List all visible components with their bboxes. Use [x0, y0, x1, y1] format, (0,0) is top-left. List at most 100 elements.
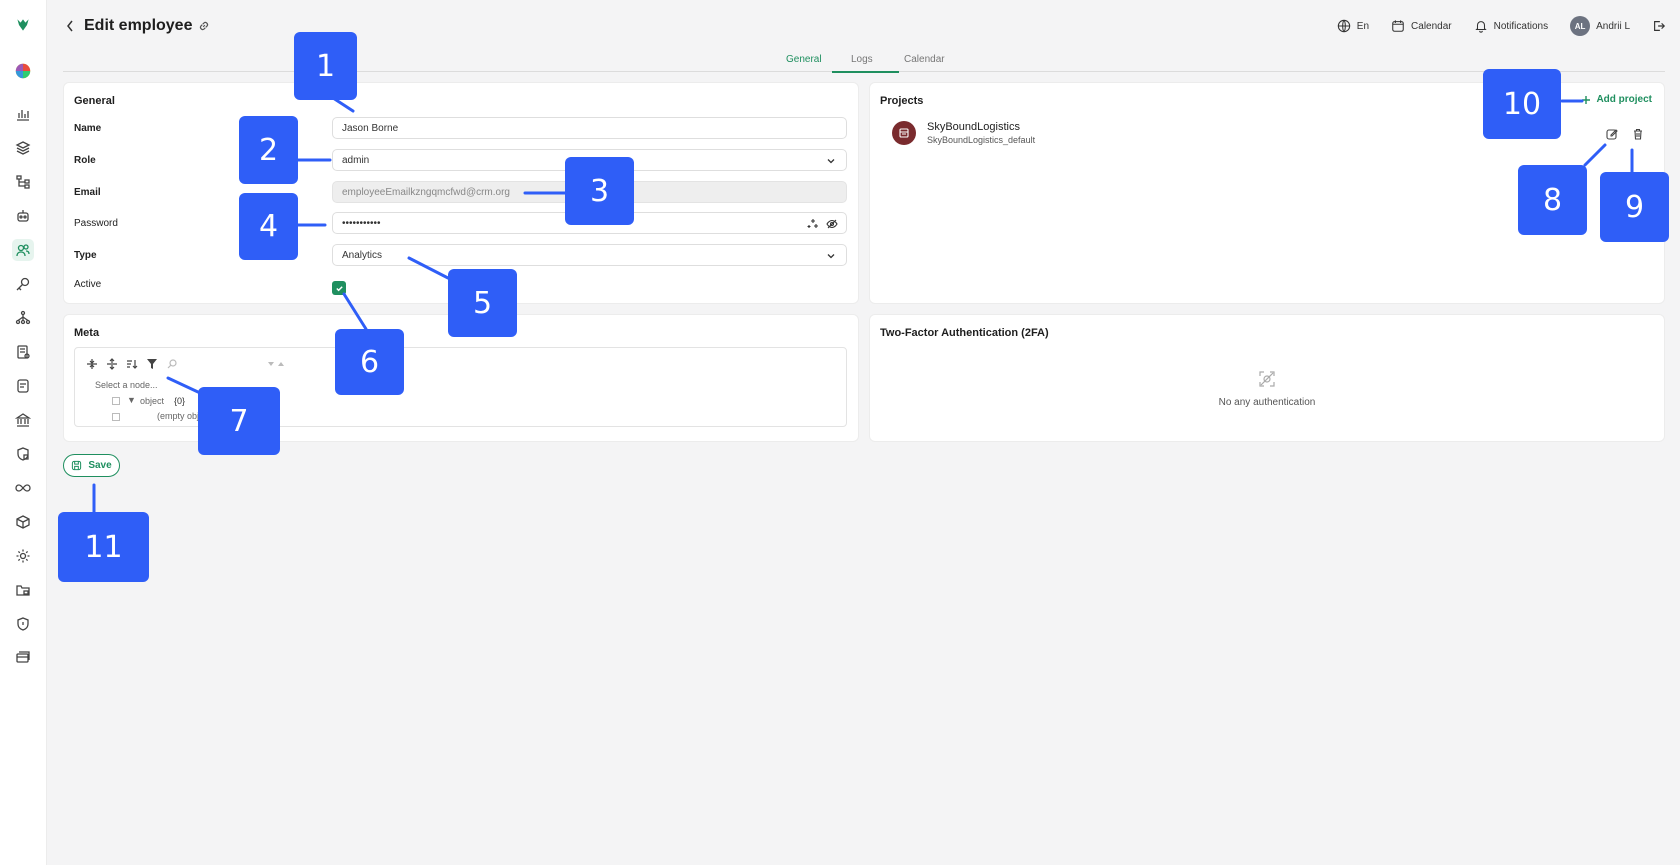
save-button[interactable]: Save — [63, 454, 120, 477]
shield-lock-icon[interactable] — [12, 443, 34, 465]
tab-logs[interactable]: Logs — [851, 54, 873, 65]
callout-5: 5 — [448, 269, 517, 337]
expand-toggle-icon[interactable]: ▼ — [127, 395, 136, 405]
projects-title: Projects — [880, 95, 924, 107]
check-icon — [335, 285, 343, 291]
notes-icon[interactable] — [12, 375, 34, 397]
callout-6: 6 — [335, 329, 404, 395]
save-label: Save — [88, 460, 112, 471]
calendar-link[interactable]: Calendar — [1391, 19, 1452, 33]
callout-9: 9 — [1600, 172, 1669, 242]
json-editor: Select a node... ▼ object {0} (empty obj… — [74, 347, 847, 427]
name-input[interactable]: Jason Borne — [332, 117, 847, 139]
calendar-icon — [1392, 20, 1404, 32]
calendar-label: Calendar — [1411, 20, 1452, 32]
callout-1: 1 — [294, 32, 357, 100]
network-icon[interactable] — [12, 307, 34, 329]
node-checkbox[interactable] — [112, 397, 120, 405]
cards-icon[interactable] — [12, 647, 34, 669]
email-label: Email — [74, 187, 101, 198]
database-doc-icon[interactable] — [12, 341, 34, 363]
edit-icon[interactable] — [1606, 128, 1618, 140]
email-value: employeeEmailkzngqmcfwd@crm.org — [342, 186, 510, 198]
language-selector[interactable]: En — [1337, 19, 1369, 33]
twofa-card: Two-Factor Authentication (2FA) No any a… — [869, 314, 1665, 442]
meta-title: Meta — [74, 327, 100, 339]
user-menu[interactable]: AL Andrii L — [1570, 16, 1630, 36]
no-auth-text: No any authentication — [1218, 397, 1316, 408]
twofa-title: Two-Factor Authentication (2FA) — [880, 327, 1049, 339]
users-icon[interactable] — [12, 239, 34, 261]
project-subtitle: SkyBoundLogistics_default — [927, 135, 1036, 145]
search-icon[interactable] — [166, 358, 178, 370]
callout-10: 10 — [1483, 69, 1561, 139]
notifications-label: Notifications — [1493, 20, 1549, 32]
color-wheel-icon[interactable] — [12, 60, 34, 82]
type-select[interactable]: Analytics — [332, 244, 847, 266]
chevron-down-icon — [827, 159, 835, 164]
no-auth-icon — [1257, 369, 1277, 392]
logout-button[interactable] — [1652, 19, 1666, 33]
logo-icon[interactable] — [12, 14, 34, 36]
infinity-icon[interactable] — [12, 477, 34, 499]
sidebar — [0, 0, 47, 865]
expand-all-icon[interactable] — [86, 358, 98, 370]
callout-8: 8 — [1518, 165, 1587, 235]
chart-icon[interactable] — [12, 103, 34, 125]
avatar: AL — [1570, 16, 1591, 36]
callout-2: 2 — [239, 116, 298, 184]
link-icon[interactable] — [197, 19, 211, 33]
type-value: Analytics — [342, 249, 383, 261]
robot-icon[interactable] — [12, 205, 34, 227]
callout-4: 4 — [239, 193, 298, 260]
layers-icon[interactable] — [12, 137, 34, 159]
tab-general[interactable]: General — [786, 54, 822, 65]
role-label: Role — [74, 155, 96, 166]
callout-11: 11 — [58, 512, 149, 582]
chevron-down-icon — [827, 254, 835, 259]
back-icon[interactable] — [65, 18, 79, 36]
tab-calendar[interactable]: Calendar — [904, 54, 945, 65]
hierarchy-icon[interactable] — [12, 171, 34, 193]
sort-icon[interactable] — [126, 358, 138, 370]
tab-underline — [832, 71, 899, 73]
sparkle-icon[interactable] — [807, 218, 819, 230]
name-value: Jason Borne — [342, 122, 399, 134]
password-label: Password — [74, 218, 118, 229]
notifications-link[interactable]: Notifications — [1474, 19, 1548, 33]
language-label: En — [1356, 20, 1370, 32]
page-title: Edit employee — [84, 17, 193, 34]
topbar: Edit employee En Calendar Notifications … — [47, 0, 1680, 54]
sort-arrows-icon[interactable] — [266, 358, 286, 370]
top-right-menu: En Calendar Notifications AL Andrii L — [1337, 16, 1666, 36]
json-toolbar — [86, 358, 286, 370]
collapse-all-icon[interactable] — [106, 358, 118, 370]
callout-3: 3 — [565, 157, 634, 225]
logout-icon — [1654, 21, 1666, 31]
key-icon[interactable] — [12, 273, 34, 295]
user-name: Andrii L — [1596, 20, 1630, 32]
object-count: {0} — [174, 396, 186, 406]
password-value: ••••••••••• — [342, 217, 381, 229]
role-value: admin — [342, 154, 370, 166]
select-node-text: Select a node... — [95, 380, 158, 390]
type-label: Type — [74, 250, 97, 261]
name-label: Name — [74, 123, 102, 134]
filter-icon[interactable] — [146, 358, 158, 370]
folder-lock-icon[interactable] — [12, 579, 34, 601]
trash-icon[interactable] — [1632, 128, 1644, 140]
active-label: Active — [74, 279, 102, 290]
add-project-button[interactable]: Add project — [1581, 94, 1652, 105]
bank-icon[interactable] — [12, 409, 34, 431]
node-checkbox[interactable] — [112, 413, 120, 421]
cube-icon[interactable] — [12, 511, 34, 533]
active-checkbox[interactable] — [332, 281, 346, 295]
plus-icon — [1582, 95, 1591, 104]
gear-icon[interactable] — [12, 545, 34, 567]
save-icon — [72, 460, 82, 471]
add-project-label: Add project — [1596, 94, 1652, 105]
shield-icon[interactable] — [12, 613, 34, 635]
object-label: object — [140, 396, 165, 406]
eye-off-icon[interactable] — [826, 218, 838, 230]
project-name[interactable]: SkyBoundLogistics — [927, 121, 1020, 133]
